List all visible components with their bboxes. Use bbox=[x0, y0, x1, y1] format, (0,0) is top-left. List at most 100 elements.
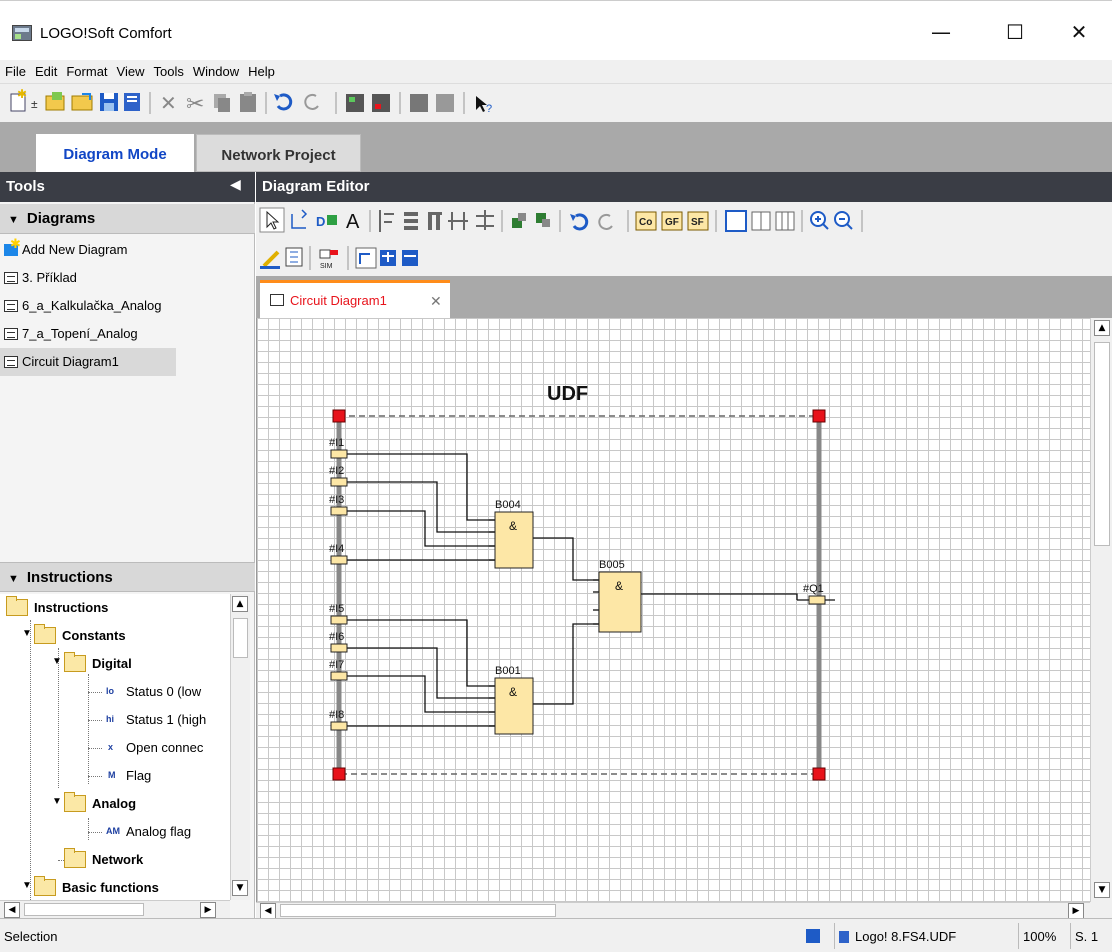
tab-diagram-mode[interactable]: Diagram Mode bbox=[36, 134, 194, 172]
distribute-horizontal-icon[interactable] bbox=[448, 212, 468, 230]
maximize-button[interactable]: ☐ bbox=[992, 17, 1038, 47]
expand-arrow-icon[interactable]: ▼ bbox=[22, 628, 32, 639]
collapse-block-icon[interactable] bbox=[402, 250, 418, 266]
diagram-item-priklad[interactable]: 3. Příklad bbox=[0, 264, 255, 292]
tab-network-project[interactable]: Network Project bbox=[196, 134, 361, 172]
tree-item-constants[interactable]: ▼ Constants bbox=[0, 622, 230, 650]
input-connector-I7[interactable]: #I7 bbox=[329, 659, 348, 681]
tree-item-digital[interactable]: ▼ Digital bbox=[0, 650, 230, 678]
new-file-icon[interactable]: ✱ bbox=[10, 87, 27, 112]
undo-icon[interactable] bbox=[570, 213, 589, 231]
collapse-panel-icon[interactable]: ◀ bbox=[230, 176, 241, 193]
menu-tools[interactable]: Tools bbox=[148, 60, 187, 79]
copy-icon[interactable] bbox=[214, 94, 230, 112]
frame-handle[interactable] bbox=[332, 767, 346, 781]
tree-vertical-scrollbar[interactable]: ▲ ▼ bbox=[230, 594, 250, 900]
scroll-down-icon[interactable]: ▼ bbox=[1094, 882, 1110, 898]
print-icon[interactable] bbox=[124, 93, 140, 111]
input-connector-I4[interactable]: #I4 bbox=[329, 543, 348, 565]
frame-handle[interactable] bbox=[332, 409, 346, 423]
distribute-vertical-icon[interactable] bbox=[476, 210, 494, 230]
tree-item-flag[interactable]: M Flag bbox=[0, 762, 230, 790]
instructions-section-header[interactable]: ▼ Instructions bbox=[0, 562, 255, 592]
save-icon[interactable] bbox=[100, 93, 118, 111]
menu-format[interactable]: Format bbox=[61, 60, 111, 79]
paste-icon[interactable] bbox=[240, 92, 256, 112]
simulation-mode-icon[interactable]: SIM bbox=[319, 249, 338, 270]
scroll-up-icon[interactable]: ▲ bbox=[1094, 320, 1110, 336]
output-connector-Q1[interactable]: #Q1 bbox=[797, 583, 835, 605]
frame-handle[interactable] bbox=[812, 409, 826, 423]
close-tab-icon[interactable]: ✕ bbox=[430, 293, 442, 310]
block-numbers-icon[interactable] bbox=[285, 247, 303, 267]
align-bottom-icon[interactable] bbox=[428, 212, 442, 230]
open-file-icon[interactable] bbox=[45, 92, 65, 111]
frame-handle[interactable] bbox=[812, 767, 826, 781]
minimize-button[interactable]: — bbox=[918, 17, 964, 47]
diagram-add-new[interactable]: Add New Diagram bbox=[0, 236, 255, 264]
context-help-icon[interactable]: ? bbox=[476, 96, 492, 115]
input-connector-I2[interactable]: #I2 bbox=[329, 465, 348, 487]
expand-arrow-icon[interactable]: ▼ bbox=[52, 796, 62, 807]
send-to-back-icon[interactable] bbox=[536, 213, 550, 227]
diagram-canvas[interactable]: UDF #I1 #I2 #I3 #I4 #I5 #I6 #I7 #I8 #Q1 … bbox=[256, 318, 1090, 902]
transfer-from-device-icon[interactable] bbox=[372, 94, 390, 112]
single-page-view-icon[interactable] bbox=[725, 210, 747, 232]
cut-icon[interactable]: ✂ bbox=[186, 91, 204, 116]
input-connector-I3[interactable]: #I3 bbox=[329, 494, 348, 516]
tree-item-analog[interactable]: ▼ Analog bbox=[0, 790, 230, 818]
and-block-B001[interactable]: B001 & bbox=[494, 665, 534, 735]
scroll-up-icon[interactable]: ▲ bbox=[232, 596, 248, 612]
tab-circuit-diagram1[interactable]: Circuit Diagram1 ✕ bbox=[260, 280, 450, 318]
transfer-to-device-icon[interactable] bbox=[346, 94, 364, 112]
redo-icon[interactable] bbox=[304, 93, 319, 110]
scroll-thumb[interactable] bbox=[24, 903, 144, 916]
scroll-right-icon[interactable]: ▶ bbox=[1068, 903, 1084, 919]
input-connector-I5[interactable]: #I5 bbox=[329, 603, 348, 625]
highlight-pen-icon[interactable] bbox=[260, 250, 280, 269]
split-three-view-icon[interactable] bbox=[775, 211, 795, 231]
online-test-icon[interactable] bbox=[410, 94, 428, 112]
tree-item-status-1[interactable]: hi Status 1 (high bbox=[0, 706, 230, 734]
canvas-horizontal-scrollbar[interactable]: ◀ ▶ bbox=[256, 902, 1090, 919]
text-tool-icon[interactable]: A bbox=[346, 211, 360, 233]
tree-horizontal-scrollbar[interactable]: ◀ ▶ bbox=[0, 900, 230, 918]
expand-arrow-icon[interactable]: ▼ bbox=[52, 656, 62, 667]
align-left-icon[interactable] bbox=[379, 210, 394, 232]
and-block-B004[interactable]: B004 & bbox=[494, 499, 534, 569]
selection-tool-icon[interactable] bbox=[259, 207, 285, 233]
tree-item-instructions[interactable]: Instructions bbox=[0, 594, 230, 622]
co-button[interactable]: Co bbox=[635, 211, 657, 231]
menu-help[interactable]: Help bbox=[243, 60, 279, 79]
menu-edit[interactable]: Edit bbox=[30, 60, 61, 79]
connector-mode-icon[interactable] bbox=[355, 247, 377, 269]
canvas-vertical-scrollbar[interactable]: ▲ ▼ bbox=[1090, 318, 1112, 902]
menu-window[interactable]: Window bbox=[188, 60, 243, 79]
zoom-in-icon[interactable] bbox=[810, 211, 829, 230]
expand-block-icon[interactable] bbox=[380, 250, 396, 266]
constants-tool-icon[interactable]: D bbox=[316, 214, 337, 229]
gf-button[interactable]: GF bbox=[661, 211, 683, 231]
bring-to-front-icon[interactable] bbox=[512, 213, 526, 228]
input-connector-I1[interactable]: #I1 bbox=[329, 437, 348, 459]
open-folder-icon[interactable] bbox=[71, 93, 93, 111]
tree-item-analog-flag[interactable]: AM Analog flag bbox=[0, 818, 230, 846]
tree-item-basic-functions[interactable]: ▼ Basic functions bbox=[0, 874, 230, 900]
menu-file[interactable]: File bbox=[0, 60, 30, 79]
diagram-item-kalkulacka[interactable]: 6_a_Kalkulačka_Analog bbox=[0, 292, 255, 320]
diagram-item-topeni[interactable]: 7_a_Topení_Analog bbox=[0, 320, 255, 348]
redo-icon[interactable] bbox=[598, 213, 613, 230]
delete-icon[interactable]: ✕ bbox=[160, 93, 177, 115]
scroll-right-icon[interactable]: ▶ bbox=[200, 902, 216, 918]
undo-icon[interactable] bbox=[274, 93, 293, 111]
close-window-button[interactable]: ✕ bbox=[1056, 17, 1102, 47]
sf-button[interactable]: SF bbox=[687, 211, 709, 231]
dropdown-arrow-icon[interactable]: ± bbox=[31, 97, 38, 111]
split-two-view-icon[interactable] bbox=[751, 211, 771, 231]
input-connector-I8[interactable]: #I8 bbox=[329, 709, 348, 731]
zoom-out-icon[interactable] bbox=[834, 211, 853, 230]
simulation-icon[interactable] bbox=[436, 94, 454, 112]
input-connector-I6[interactable]: #I6 bbox=[329, 631, 348, 653]
scroll-thumb[interactable] bbox=[280, 904, 556, 917]
expand-arrow-icon[interactable]: ▼ bbox=[22, 880, 32, 891]
